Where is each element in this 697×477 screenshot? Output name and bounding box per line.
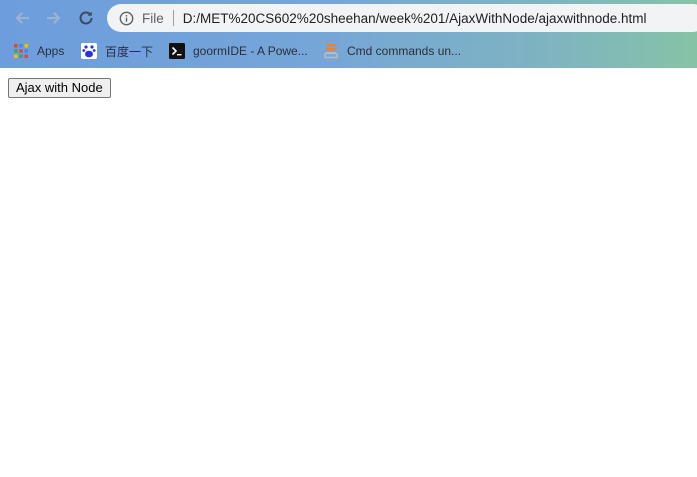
stack-icon	[323, 43, 339, 59]
arrow-right-icon	[47, 12, 61, 24]
terminal-icon	[169, 43, 185, 59]
apps-grid-icon	[13, 43, 29, 59]
bookmark-label: goormIDE - A Powe...	[193, 44, 308, 58]
omnibox-divider	[172, 10, 174, 26]
url-text[interactable]: D:/MET%20CS602%20sheehan/week%201/AjaxWi…	[183, 11, 647, 26]
url-scheme-label: File	[142, 10, 164, 26]
address-bar[interactable]: File D:/MET%20CS602%20sheehan/week%201/A…	[107, 4, 697, 32]
browser-toolbar: File D:/MET%20CS602%20sheehan/week%201/A…	[0, 0, 697, 36]
bookmark-baidu[interactable]: 百度一下	[81, 40, 153, 62]
forward-button[interactable]	[42, 6, 66, 30]
page-content: Ajax with Node	[0, 68, 697, 477]
bookmark-label: Apps	[37, 44, 65, 58]
bookmark-label: Cmd commands un...	[347, 44, 462, 58]
bookmark-cmd-commands[interactable]: Cmd commands un...	[323, 40, 461, 62]
browser-chrome: File D:/MET%20CS602%20sheehan/week%201/A…	[0, 0, 697, 68]
bookmark-goormide[interactable]: goormIDE - A Powe...	[169, 40, 308, 62]
reload-icon	[79, 11, 93, 25]
bookmark-apps[interactable]: Apps	[13, 40, 64, 62]
baidu-paw-icon	[81, 43, 97, 59]
info-icon[interactable]	[118, 10, 134, 26]
ajax-with-node-button[interactable]: Ajax with Node	[8, 78, 111, 98]
back-button[interactable]	[10, 6, 34, 30]
bookmark-label: 百度一下	[105, 44, 154, 59]
bookmarks-bar: Apps 百度一下 goormIDE - A Powe... Cmd comma…	[0, 36, 697, 66]
arrow-left-icon	[15, 12, 29, 24]
reload-button[interactable]	[74, 6, 98, 30]
